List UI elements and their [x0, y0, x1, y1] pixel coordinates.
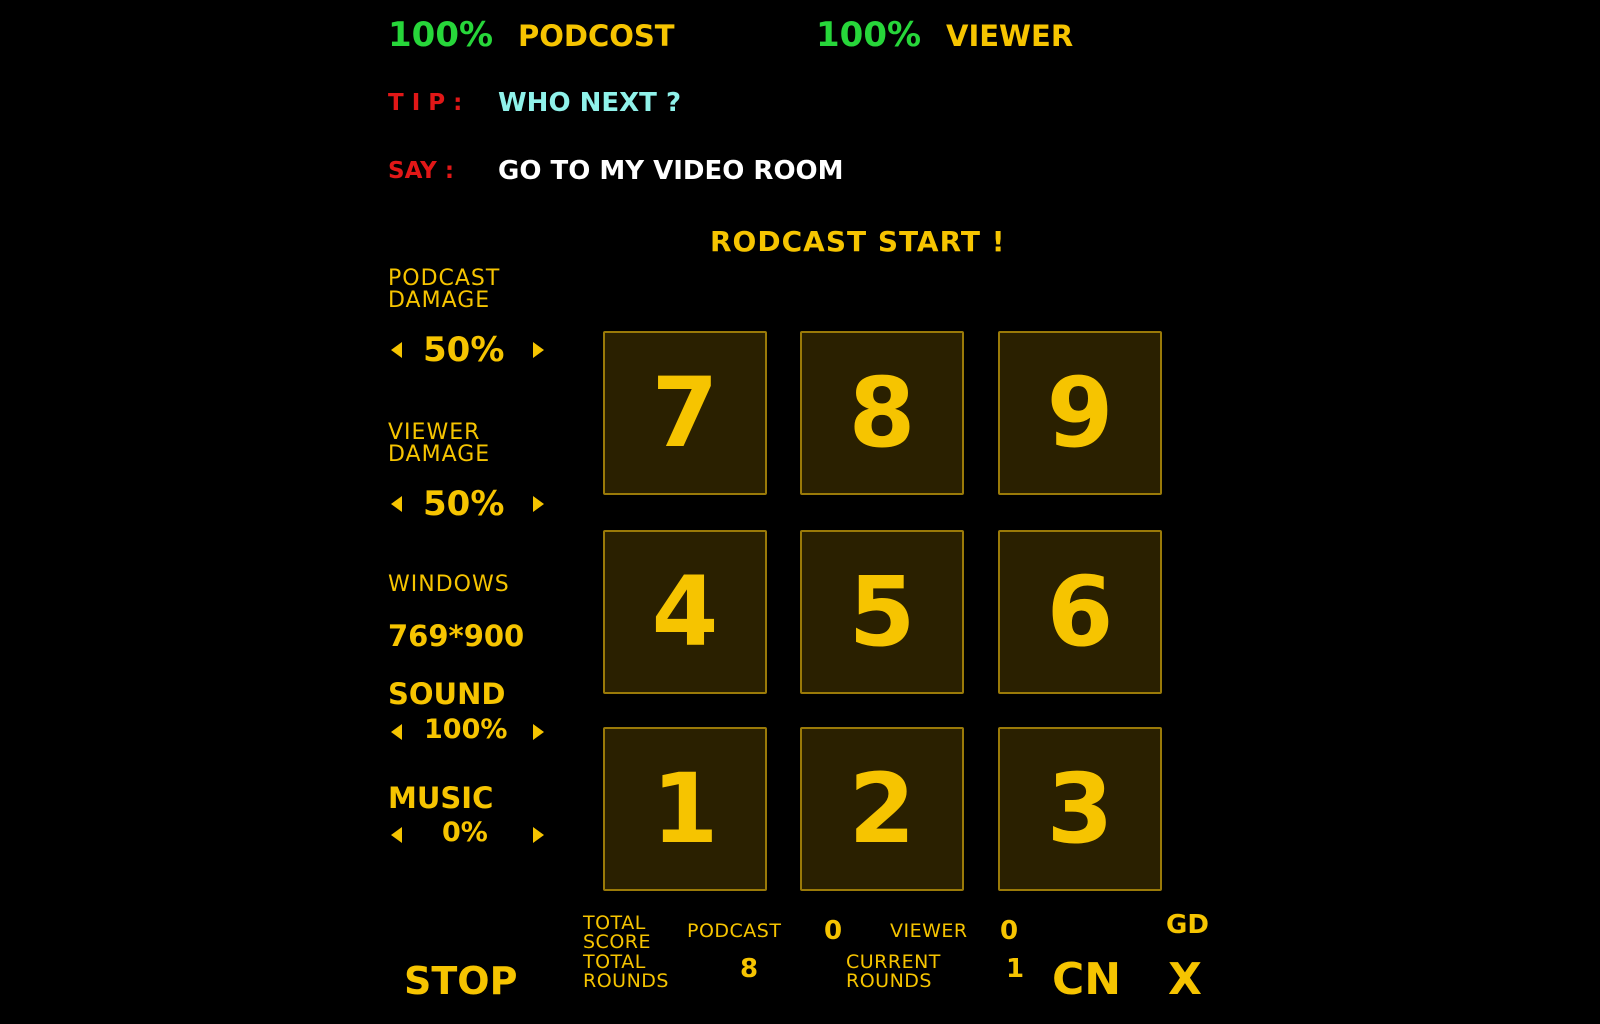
sound-decrease-icon[interactable]: [391, 724, 402, 740]
key-2-button[interactable]: 2: [800, 727, 964, 891]
say-text: GO TO MY VIDEO ROOM: [498, 156, 844, 186]
sound-label: SOUND: [388, 677, 506, 711]
windows-value[interactable]: 769*900: [388, 622, 524, 651]
music-label: MUSIC: [388, 781, 494, 815]
footer-viewer-label: VIEWER: [890, 920, 968, 942]
key-5-button[interactable]: 5: [800, 530, 964, 694]
viewer-health-label: VIEWER: [946, 19, 1074, 53]
tip-label: T I P :: [388, 90, 463, 116]
key-6-button[interactable]: 6: [998, 530, 1162, 694]
key-7-button[interactable]: 7: [603, 331, 767, 495]
tip-text: WHO NEXT ?: [498, 88, 682, 118]
podcast-health-label: PODCOST: [518, 19, 675, 53]
key-8-button[interactable]: 8: [800, 331, 964, 495]
viewer-damage-value: 50%: [423, 484, 505, 524]
say-label: SAY :: [388, 158, 455, 184]
key-4-button[interactable]: 4: [603, 530, 767, 694]
viewer-score-value: 0: [1000, 916, 1019, 946]
podcast-damage-label-2: DAMAGE: [388, 288, 491, 313]
podcast-damage-increase-icon[interactable]: [533, 342, 544, 358]
total-score-label-2: SCORE: [583, 931, 651, 953]
language-cn-button[interactable]: CN: [1052, 958, 1121, 1002]
music-value: 0%: [442, 817, 488, 848]
key-1-button[interactable]: 1: [603, 727, 767, 891]
podcast-damage-decrease-icon[interactable]: [391, 342, 402, 358]
podcast-health-value: 100%: [388, 15, 494, 55]
key-3-button[interactable]: 3: [998, 727, 1162, 891]
current-rounds-value: 1: [1006, 954, 1025, 984]
footer-podcast-label: PODCAST: [687, 920, 782, 942]
music-increase-icon[interactable]: [533, 827, 544, 843]
windows-label: WINDOWS: [388, 572, 510, 597]
viewer-damage-increase-icon[interactable]: [533, 496, 544, 512]
viewer-health-value: 100%: [816, 15, 922, 55]
close-icon[interactable]: X: [1168, 958, 1202, 1002]
viewer-damage-decrease-icon[interactable]: [391, 496, 402, 512]
viewer-damage-label-1: VIEWER: [388, 420, 481, 445]
total-rounds-value: 8: [740, 954, 759, 984]
total-rounds-label-2: ROUNDS: [583, 970, 669, 992]
music-decrease-icon[interactable]: [391, 827, 402, 843]
podcast-damage-value: 50%: [423, 330, 505, 370]
podcast-damage-label-1: PODCAST: [388, 266, 501, 291]
sound-value: 100%: [424, 714, 508, 745]
podcast-score-value: 0: [824, 916, 843, 946]
key-9-button[interactable]: 9: [998, 331, 1162, 495]
current-rounds-label-2: ROUNDS: [846, 970, 932, 992]
language-gd-button[interactable]: GD: [1166, 912, 1209, 938]
stop-button[interactable]: STOP: [404, 962, 517, 1000]
status-title: RODCAST START !: [710, 225, 1006, 258]
sound-increase-icon[interactable]: [533, 724, 544, 740]
viewer-damage-label-2: DAMAGE: [388, 442, 491, 467]
